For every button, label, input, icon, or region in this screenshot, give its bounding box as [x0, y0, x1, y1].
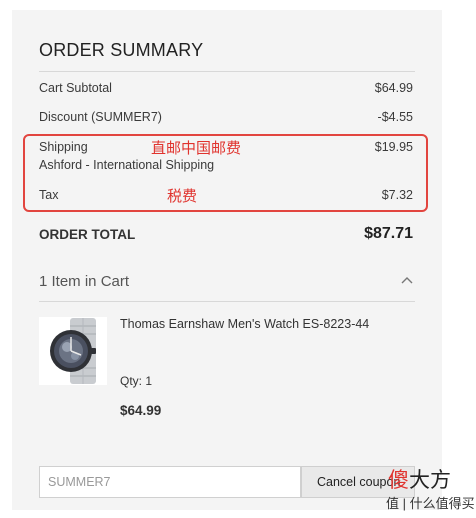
product-price: $64.99	[120, 403, 162, 418]
chevron-up-icon[interactable]	[400, 274, 414, 286]
watch-icon	[50, 318, 96, 384]
divider	[39, 301, 415, 302]
discount-value: -$4.55	[377, 110, 413, 124]
divider	[39, 71, 415, 72]
watch-product-image[interactable]	[39, 317, 107, 385]
order-summary-panel: ORDER SUMMARY Cart Subtotal $64.99 Disco…	[12, 10, 442, 510]
highlight-box	[23, 134, 428, 212]
watermark-text: 大方	[409, 469, 451, 492]
coupon-code-input[interactable]	[39, 466, 301, 498]
subtotal-label: Cart Subtotal	[39, 81, 112, 95]
watermark-logo: 傻大方 值 | 什么值得买	[384, 462, 476, 518]
order-total-value: $87.71	[364, 225, 413, 242]
order-summary-title: ORDER SUMMARY	[39, 40, 204, 60]
cart-header[interactable]: 1 Item in Cart	[39, 273, 129, 290]
watermark-subtitle: 值 | 什么值得买	[386, 496, 475, 511]
discount-label: Discount (SUMMER7)	[39, 110, 162, 124]
subtotal-value: $64.99	[374, 81, 413, 95]
product-name[interactable]: Thomas Earnshaw Men's Watch ES-8223-44	[120, 317, 410, 331]
watermark-char: 傻	[388, 469, 409, 492]
product-quantity: Qty: 1	[120, 374, 153, 388]
order-total-label: ORDER TOTAL	[39, 227, 136, 242]
